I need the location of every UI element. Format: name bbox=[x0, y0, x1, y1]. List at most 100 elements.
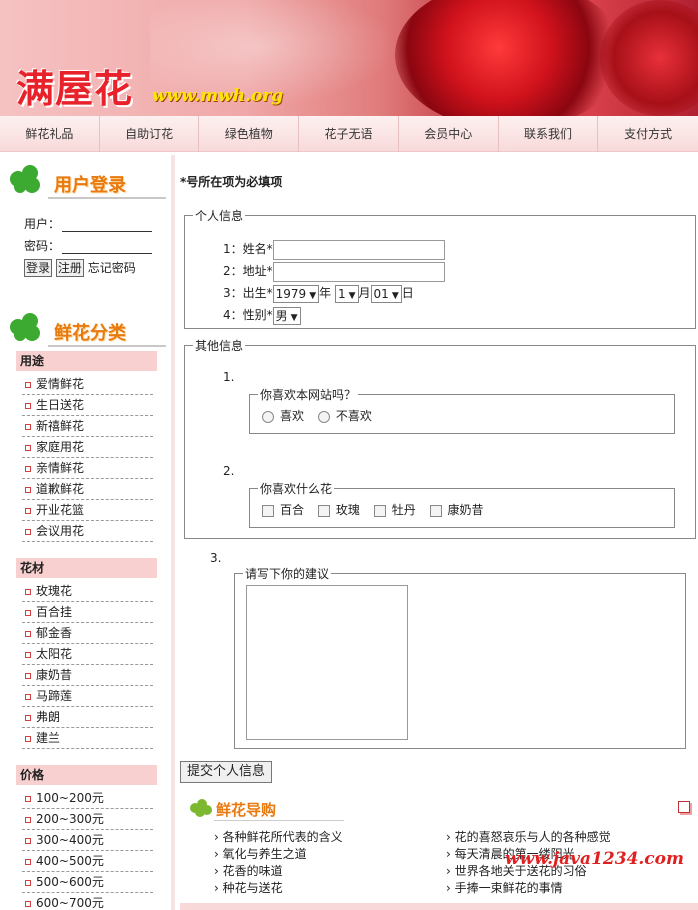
category-head: 花材 bbox=[16, 558, 157, 578]
leaf-icon bbox=[190, 799, 214, 817]
site-url: www.mwh.org bbox=[152, 86, 284, 106]
login-form: 用户： 密码： 登录 注册 忘记密码 bbox=[0, 195, 171, 277]
category-item[interactable]: 会议用花 bbox=[22, 521, 153, 542]
username-label: 用户： bbox=[24, 217, 61, 231]
birth-label: 3：出生* bbox=[223, 286, 273, 300]
register-button[interactable]: 注册 bbox=[55, 259, 84, 277]
category-item[interactable]: 康奶昔 bbox=[22, 665, 153, 686]
other-info-fieldset: 其他信息 1. 你喜欢本网站吗？ 喜欢 不喜欢 2. 你喜欢什么花 百合 玫瑰 … bbox=[184, 337, 696, 539]
nav-item-gifts[interactable]: 鲜花礼品 bbox=[0, 116, 100, 152]
other-info-legend: 其他信息 bbox=[195, 339, 244, 353]
category-item[interactable]: 200~300元 bbox=[22, 809, 153, 830]
nav-item-payment[interactable]: 支付方式 bbox=[598, 116, 698, 152]
password-label: 密码： bbox=[24, 239, 61, 253]
like-radio-option[interactable]: 喜欢 bbox=[262, 407, 304, 424]
site-logo[interactable]: 满屋花 bbox=[16, 58, 133, 113]
category-item[interactable]: 生日送花 bbox=[22, 395, 153, 416]
carnation-checkbox[interactable]: 康奶昔 bbox=[429, 501, 484, 518]
category-item[interactable]: 亲情鲜花 bbox=[22, 458, 153, 479]
rose-checkbox[interactable]: 玫瑰 bbox=[317, 501, 360, 518]
nav-item-flower-language[interactable]: 花子无语 bbox=[299, 116, 399, 152]
footer-bar bbox=[180, 903, 698, 910]
username-input[interactable] bbox=[62, 218, 152, 232]
forgot-password-link[interactable]: 忘记密码 bbox=[88, 261, 136, 275]
checkbox-icon bbox=[429, 504, 442, 517]
category-item[interactable]: 600~700元 bbox=[22, 893, 153, 910]
category-head: 价格 bbox=[16, 765, 157, 785]
login-title: 用户登录 bbox=[54, 175, 126, 196]
name-label: 1：姓名* bbox=[223, 242, 273, 256]
checkbox-icon bbox=[373, 504, 386, 517]
category-item[interactable]: 100~200元 bbox=[22, 788, 153, 809]
password-input[interactable] bbox=[62, 240, 152, 254]
chevron-down-icon: ▼ bbox=[348, 290, 356, 301]
category-item[interactable]: 郁金香 bbox=[22, 623, 153, 644]
more-icon[interactable] bbox=[678, 801, 690, 813]
category-group-material: 花材 玫瑰花 百合挂 郁金香 太阳花 康奶昔 马蹄莲 弗朗 建兰 bbox=[0, 558, 171, 749]
category-item[interactable]: 新禧鲜花 bbox=[22, 416, 153, 437]
suggestion-textarea[interactable] bbox=[246, 585, 408, 740]
login-button[interactable]: 登录 bbox=[24, 259, 53, 277]
rose-image bbox=[395, 0, 625, 116]
favorite-flower-fieldset: 你喜欢什么花 百合 玫瑰 牡丹 康奶昔 bbox=[249, 480, 675, 528]
clover-icon bbox=[10, 313, 44, 343]
category-item[interactable]: 爱情鲜花 bbox=[22, 374, 153, 395]
main-nav: 鲜花礼品 自助订花 绿色植物 花子无语 会员中心 联系我们 支付方式 bbox=[0, 116, 698, 152]
category-item[interactable]: 开业花篮 bbox=[22, 500, 153, 521]
category-item[interactable]: 道歉鲜花 bbox=[22, 479, 153, 500]
gender-select[interactable]: 男 ▼ bbox=[272, 306, 301, 325]
radio-icon bbox=[262, 410, 274, 423]
birth-month-select[interactable]: 1 ▼ bbox=[334, 284, 359, 303]
question-number: 2. bbox=[223, 464, 235, 478]
name-input[interactable] bbox=[272, 239, 445, 260]
nav-item-contact[interactable]: 联系我们 bbox=[499, 116, 599, 152]
category-item[interactable]: 400~500元 bbox=[22, 851, 153, 872]
dislike-radio-option[interactable]: 不喜欢 bbox=[317, 407, 372, 424]
clover-icon bbox=[10, 165, 44, 195]
guide-link[interactable]: › 各种鲜花所代表的含义 bbox=[214, 829, 343, 846]
login-section-title: 用户登录 bbox=[0, 155, 171, 199]
birth-day-select[interactable]: 01 ▼ bbox=[370, 284, 402, 303]
guide-link[interactable]: › 花香的味道 bbox=[214, 863, 283, 880]
favorite-flower-legend: 你喜欢什么花 bbox=[260, 482, 333, 496]
watermark: www.java1234.com bbox=[504, 849, 684, 869]
suggestion-legend: 请写下你的建议 bbox=[245, 567, 330, 581]
address-input[interactable] bbox=[272, 261, 445, 282]
guide-link[interactable]: › 花的喜怒哀乐与人的各种感觉 bbox=[446, 829, 611, 846]
header-banner: 满屋花 www.mwh.org bbox=[0, 0, 698, 116]
like-site-fieldset: 你喜欢本网站吗？ 喜欢 不喜欢 bbox=[249, 386, 675, 434]
nav-item-self-order[interactable]: 自助订花 bbox=[100, 116, 200, 152]
like-site-legend: 你喜欢本网站吗？ bbox=[260, 388, 357, 402]
category-item[interactable]: 马蹄莲 bbox=[22, 686, 153, 707]
sidebar: 用户登录 用户： 密码： 登录 注册 忘记密码 鲜花分类 用途 爱情鲜花 生日送… bbox=[0, 155, 175, 910]
chevron-down-icon: ▼ bbox=[290, 312, 298, 323]
checkbox-icon bbox=[317, 504, 330, 517]
category-item[interactable]: 家庭用花 bbox=[22, 437, 153, 458]
category-item[interactable]: 太阳花 bbox=[22, 644, 153, 665]
personal-info-legend: 个人信息 bbox=[195, 209, 244, 223]
personal-info-fieldset: 个人信息 1：姓名* 2：地址* 3：出生* 1979 ▼ 年 1 ▼ 月 01 ▼ 日 4：性… bbox=[184, 207, 696, 329]
category-item[interactable]: 弗朗 bbox=[22, 707, 153, 728]
nav-item-member-center[interactable]: 会员中心 bbox=[399, 116, 499, 152]
category-item[interactable]: 300~400元 bbox=[22, 830, 153, 851]
guide-link[interactable]: › 手捧一束鲜花的事情 bbox=[446, 880, 563, 897]
category-head: 用途 bbox=[16, 351, 157, 371]
category-item[interactable]: 玫瑰花 bbox=[22, 581, 153, 602]
category-item[interactable]: 百合挂 bbox=[22, 602, 153, 623]
guide-link[interactable]: › 种花与送花 bbox=[214, 880, 283, 897]
category-group-price: 价格 100~200元 200~300元 300~400元 400~500元 5… bbox=[0, 765, 171, 910]
gender-label: 4：性别* bbox=[223, 308, 273, 322]
nav-item-green-plants[interactable]: 绿色植物 bbox=[199, 116, 300, 152]
peony-checkbox[interactable]: 牡丹 bbox=[373, 501, 416, 518]
guide-section-title: 鲜花导购 bbox=[184, 793, 698, 823]
question-number: 3. bbox=[210, 551, 222, 565]
chevron-down-icon: ▼ bbox=[309, 290, 317, 301]
category-item[interactable]: 建兰 bbox=[22, 728, 153, 749]
birth-year-select[interactable]: 1979 ▼ bbox=[272, 284, 320, 303]
submit-button[interactable]: 提交个人信息 bbox=[180, 761, 273, 783]
required-note: *号所在项为必填项 bbox=[180, 175, 283, 189]
guide-title: 鲜花导购 bbox=[216, 801, 277, 819]
guide-link[interactable]: › 氧化与养生之道 bbox=[214, 846, 307, 863]
category-item[interactable]: 500~600元 bbox=[22, 872, 153, 893]
lily-checkbox[interactable]: 百合 bbox=[262, 501, 304, 518]
